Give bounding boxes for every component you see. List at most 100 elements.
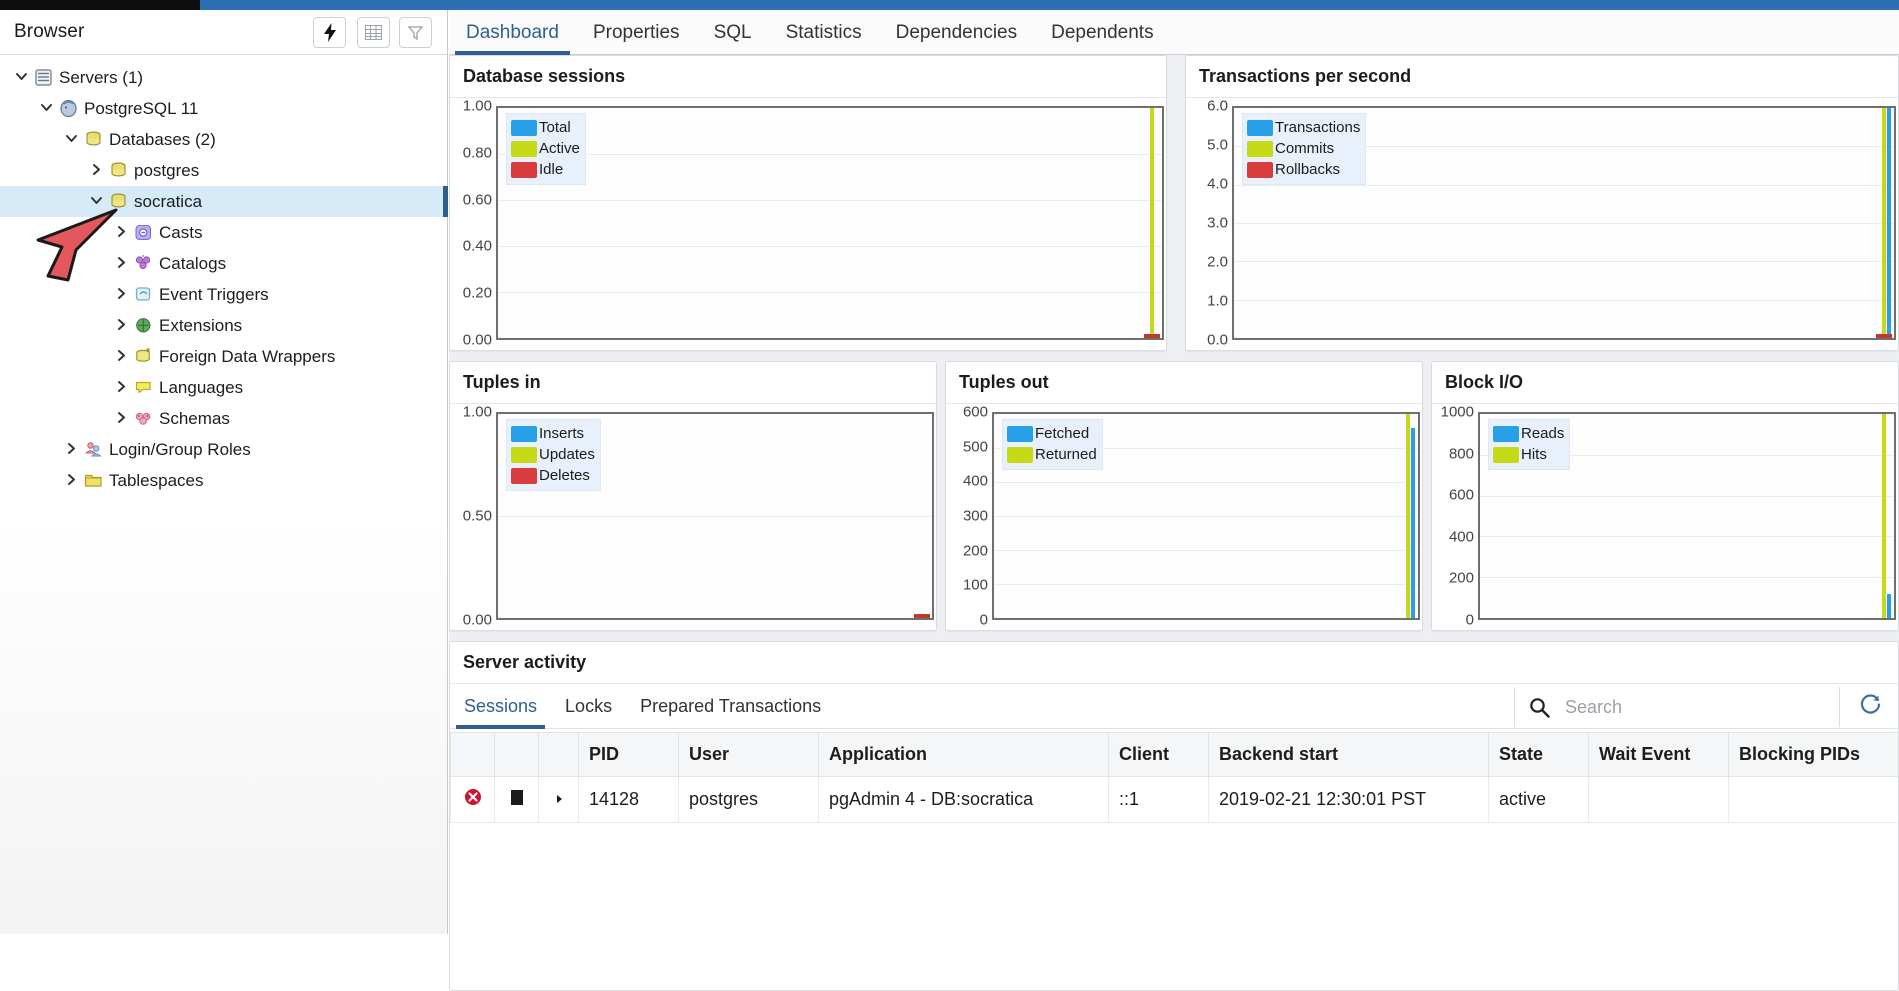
chevron-down-icon[interactable] <box>10 70 32 85</box>
chevron-right-icon[interactable] <box>110 380 132 395</box>
column-header-icon-2[interactable] <box>539 733 579 777</box>
legend-item: Hits <box>1493 444 1564 465</box>
tab-statistics[interactable]: Statistics <box>769 10 879 55</box>
tree-item-postgresql-11[interactable]: PostgreSQL 11 <box>0 93 447 124</box>
tab-dashboard[interactable]: Dashboard <box>449 10 576 55</box>
y-tick-label: 0 <box>980 612 988 629</box>
chevron-right-icon[interactable] <box>110 225 132 240</box>
legend-item: Idle <box>511 159 580 180</box>
chevron-right-icon[interactable] <box>60 473 82 488</box>
chart-body-tuples-out: 6005004003002001000FetchedReturned <box>946 404 1422 630</box>
column-header-application[interactable]: Application <box>819 733 1109 777</box>
chevron-down-icon[interactable] <box>60 132 82 147</box>
y-tick-label: 0.0 <box>1207 332 1228 349</box>
table-row[interactable]: 14128postgrespgAdmin 4 - DB:socratica::1… <box>451 777 1899 823</box>
column-header-icon-1[interactable] <box>495 733 539 777</box>
tree-item-event-triggers[interactable]: Event Triggers <box>0 279 447 310</box>
tree-item-databases-2[interactable]: Databases (2) <box>0 124 447 155</box>
tree-item-languages[interactable]: Languages <box>0 372 447 403</box>
column-header-pid[interactable]: PID <box>579 733 679 777</box>
chart-panel-database-sessions: Database sessions1.000.800.600.400.200.0… <box>449 55 1167 351</box>
y-tick-label: 2.0 <box>1207 253 1228 270</box>
roles-icon <box>82 440 104 460</box>
funnel-filter-icon <box>408 25 423 40</box>
tree-item-servers-1[interactable]: Servers (1) <box>0 62 447 93</box>
y-tick-label: 200 <box>963 542 988 559</box>
y-tick-label: 600 <box>1449 487 1474 504</box>
column-header-state[interactable]: State <box>1489 733 1589 777</box>
tree-item-label: Servers (1) <box>59 68 143 88</box>
chevron-right-icon[interactable] <box>110 318 132 333</box>
tab-sql[interactable]: SQL <box>697 10 769 55</box>
search-box[interactable] <box>1514 687 1840 727</box>
legend-swatch-total <box>511 120 537 136</box>
gridline <box>1480 618 1894 619</box>
chevron-right-icon[interactable] <box>110 256 132 271</box>
tree-item-label: Schemas <box>159 409 230 429</box>
refresh-button[interactable] <box>1846 687 1894 727</box>
database-icon <box>107 192 129 212</box>
y-tick-label: 6.0 <box>1207 98 1228 115</box>
tree-item-schemas[interactable]: Schemas <box>0 403 447 434</box>
column-header-client[interactable]: Client <box>1109 733 1209 777</box>
filter-button[interactable] <box>399 17 432 48</box>
sub-tab-locks[interactable]: Locks <box>551 684 626 729</box>
legend-item: Deletes <box>511 465 595 486</box>
y-tick-label: 200 <box>1449 570 1474 587</box>
gridline <box>1234 338 1894 339</box>
tree-item-socratica[interactable]: socratica <box>0 186 447 217</box>
plot-area-transactions-per-second: TransactionsCommitsRollbacks <box>1232 106 1896 340</box>
terminate-session-icon[interactable] <box>451 777 495 823</box>
chevron-right-icon[interactable] <box>85 163 107 178</box>
tree-item-login-group-roles[interactable]: Login/Group Roles <box>0 434 447 465</box>
legend-label: Reads <box>1521 426 1564 441</box>
column-header-backend-start[interactable]: Backend start <box>1209 733 1489 777</box>
cancel-query-icon[interactable] <box>495 777 539 823</box>
server-activity-tabs[interactable]: SessionsLocksPrepared Transactions <box>450 684 1898 729</box>
series-line-hits <box>1882 414 1886 618</box>
y-axis-transactions-per-second: 6.05.04.03.02.01.00.0 <box>1186 106 1232 340</box>
sub-tab-sessions[interactable]: Sessions <box>450 684 551 729</box>
lightning-bolt-icon <box>323 23 337 42</box>
chart-body-transactions-per-second: 6.05.04.03.02.01.00.0TransactionsCommits… <box>1186 98 1898 350</box>
query-tool-button[interactable] <box>313 17 346 48</box>
tab-dependencies[interactable]: Dependencies <box>879 10 1034 55</box>
view-data-button[interactable] <box>357 17 390 48</box>
legend-swatch-returned <box>1007 447 1033 463</box>
series-baseline-red <box>914 614 930 618</box>
main-tab-strip[interactable]: DashboardPropertiesSQLStatisticsDependen… <box>449 10 1899 55</box>
sub-tab-prepared-transactions[interactable]: Prepared Transactions <box>626 684 835 729</box>
chevron-right-icon[interactable] <box>110 411 132 426</box>
chevron-right-icon[interactable] <box>60 442 82 457</box>
expand-row-icon[interactable] <box>539 777 579 823</box>
chevron-right-icon[interactable] <box>110 287 132 302</box>
tree-item-tablespaces[interactable]: Tablespaces <box>0 465 447 496</box>
y-tick-label: 1.00 <box>463 404 492 421</box>
column-header-user[interactable]: User <box>679 733 819 777</box>
tree-item-extensions[interactable]: Extensions <box>0 310 447 341</box>
column-header-blocking-pids[interactable]: Blocking PIDs <box>1729 733 1899 777</box>
chart-legend-transactions-per-second: TransactionsCommitsRollbacks <box>1242 113 1366 185</box>
column-header-wait-event[interactable]: Wait Event <box>1589 733 1729 777</box>
cell-blocking-pids <box>1729 777 1899 823</box>
chevron-down-icon[interactable] <box>85 194 107 209</box>
legend-swatch-active <box>511 141 537 157</box>
legend-swatch-commits <box>1247 141 1273 157</box>
chart-title-transactions-per-second: Transactions per second <box>1186 56 1898 98</box>
tree-item-casts[interactable]: Casts <box>0 217 447 248</box>
tree-item-catalogs[interactable]: Catalogs <box>0 248 447 279</box>
legend-item: Rollbacks <box>1247 159 1360 180</box>
column-header-icon-0[interactable] <box>451 733 495 777</box>
tab-properties[interactable]: Properties <box>576 10 697 55</box>
tab-dependents[interactable]: Dependents <box>1034 10 1170 55</box>
chevron-down-icon[interactable] <box>35 101 57 116</box>
tree-item-postgres[interactable]: postgres <box>0 155 447 186</box>
gridline <box>1480 496 1894 497</box>
dashboard-panel: Database sessions1.000.800.600.400.200.0… <box>449 55 1899 934</box>
chevron-right-icon[interactable] <box>110 349 132 364</box>
browser-tree[interactable]: Servers (1) PostgreSQL 11 Databases (2) … <box>0 56 447 934</box>
y-tick-label: 1.0 <box>1207 293 1228 310</box>
search-input[interactable] <box>1563 687 1839 727</box>
tree-item-foreign-data-wrappers[interactable]: Foreign Data Wrappers <box>0 341 447 372</box>
y-tick-label: 600 <box>963 404 988 421</box>
